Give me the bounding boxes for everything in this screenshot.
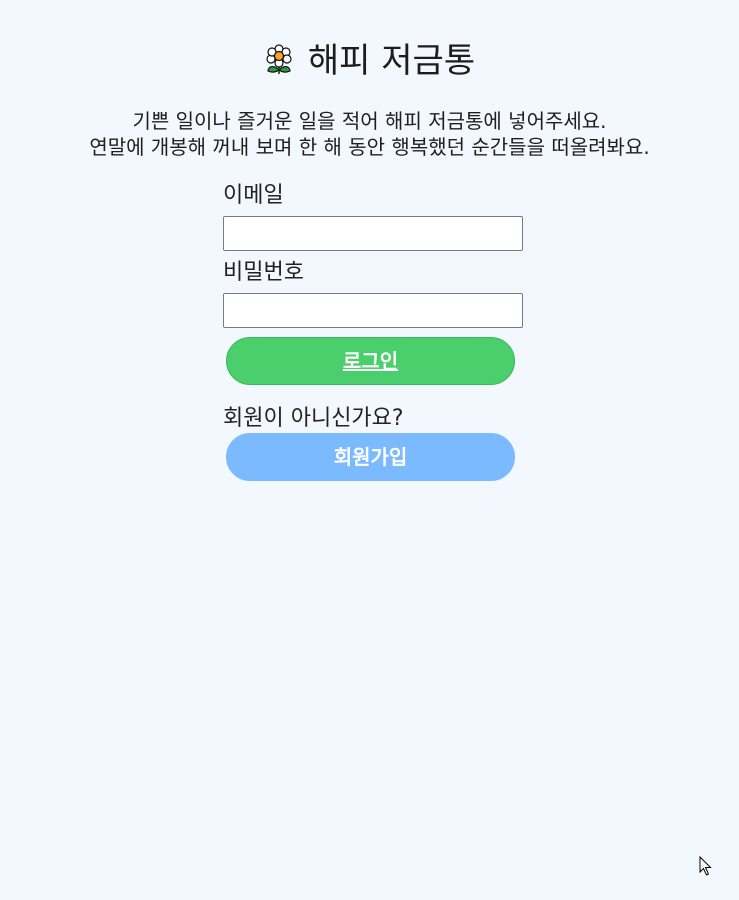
- password-field[interactable]: [223, 293, 523, 328]
- intro-text: 기쁜 일이나 즐거운 일을 적어 해피 저금통에 넣어주세요. 연말에 개봉해 …: [0, 108, 739, 160]
- mouse-cursor-icon: [699, 856, 712, 876]
- intro-line-1: 기쁜 일이나 즐거운 일을 적어 해피 저금통에 넣어주세요.: [132, 109, 607, 133]
- app-title: 해피 저금통: [307, 41, 476, 81]
- signup-button[interactable]: 회원가입: [226, 433, 515, 481]
- email-label: 이메일: [223, 183, 284, 208]
- signup-prompt: 회원이 아니신가요?: [223, 406, 404, 431]
- intro-line-2: 연말에 개봉해 꺼내 보며 한 해 동안 행복했던 순간들을 떠올려봐요.: [89, 135, 650, 159]
- password-label: 비밀번호: [223, 260, 304, 285]
- login-form: 이메일 비밀번호 로그인 회원이 아니신가요? 회원가입: [223, 180, 523, 481]
- flower-icon: [266, 43, 292, 74]
- page-title: 해피 저금통: [0, 40, 739, 82]
- email-field[interactable]: [223, 216, 523, 251]
- login-button[interactable]: 로그인: [226, 337, 515, 385]
